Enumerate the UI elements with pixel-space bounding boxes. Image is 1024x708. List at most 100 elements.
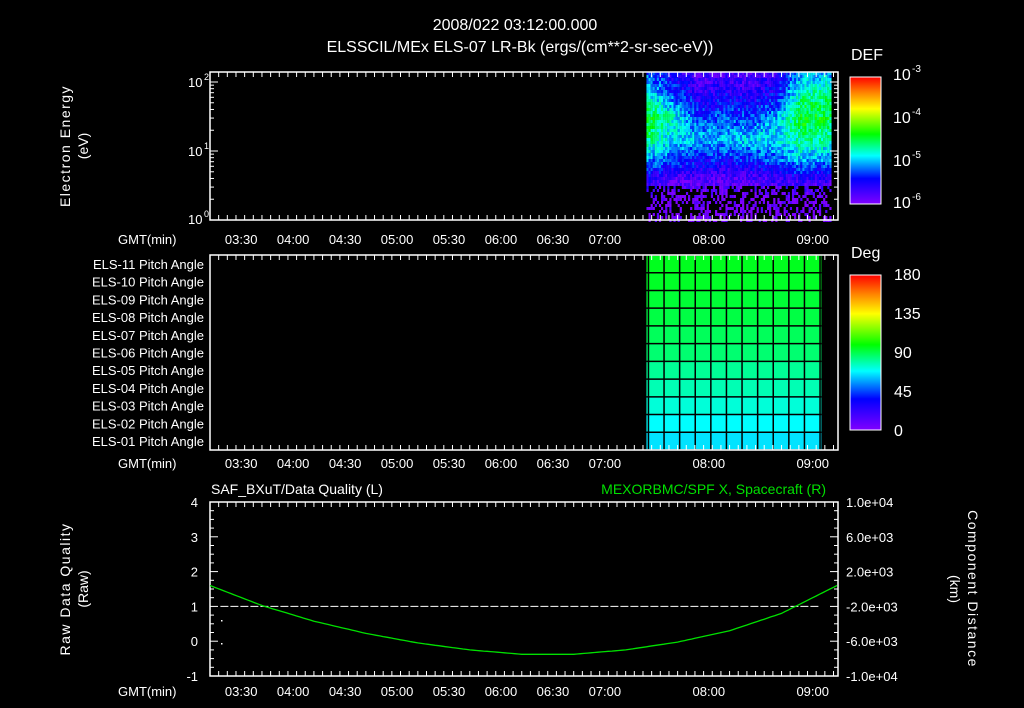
spectrogram-cell bbox=[789, 135, 793, 138]
spectrogram-cell bbox=[796, 183, 799, 186]
spectrogram-cell bbox=[696, 174, 699, 177]
spectrogram-cell bbox=[656, 171, 660, 174]
spectrogram-cell bbox=[744, 195, 747, 198]
spectrogram-cell bbox=[785, 183, 788, 186]
spectrogram-cell bbox=[673, 192, 676, 195]
spectrogram-cell bbox=[758, 168, 761, 171]
spectrogram-cell bbox=[704, 180, 707, 183]
spectrogram-cell bbox=[679, 168, 682, 171]
spectrogram-cell bbox=[652, 87, 655, 90]
spectrogram-cell bbox=[766, 87, 770, 90]
spectrogram-cell bbox=[821, 117, 824, 120]
spectrogram-cell bbox=[727, 90, 730, 93]
spectrogram-cell bbox=[823, 90, 826, 93]
spectrogram-cell bbox=[769, 78, 772, 81]
spectrogram-cell bbox=[812, 75, 815, 78]
spectrogram-cell bbox=[706, 147, 709, 150]
spectrogram-cell bbox=[660, 216, 664, 219]
spectrogram-cell bbox=[733, 132, 736, 135]
spectrogram-cell bbox=[652, 177, 655, 180]
spectrogram-cell bbox=[710, 135, 714, 138]
spectrogram-cell bbox=[752, 162, 755, 165]
spectrogram-cell bbox=[775, 162, 778, 165]
spectrogram-cell bbox=[658, 177, 662, 180]
energy-tick-1e0: 10 0 bbox=[188, 209, 209, 227]
spectrogram-cell bbox=[758, 129, 761, 132]
spectrogram-cell bbox=[814, 168, 817, 171]
spectrogram-cell bbox=[821, 174, 824, 177]
spectrogram-cell bbox=[702, 177, 705, 180]
spectrogram-cell bbox=[818, 159, 822, 162]
spectrogram-cell bbox=[829, 174, 832, 177]
spectrogram-cell bbox=[652, 120, 655, 123]
spectrogram-cell bbox=[706, 204, 709, 207]
spectrogram-cell bbox=[681, 129, 684, 132]
spectrogram-cell bbox=[789, 84, 793, 87]
spectrogram-cell bbox=[823, 126, 826, 129]
spectrogram-cell bbox=[779, 93, 782, 96]
spectrogram-cell bbox=[789, 111, 793, 114]
spectrogram-cell bbox=[773, 183, 776, 186]
spectrogram-cell bbox=[794, 105, 797, 108]
spectrogram-cell bbox=[692, 156, 695, 159]
spectrogram-cell bbox=[723, 159, 726, 162]
spectrogram-cell bbox=[646, 153, 649, 156]
spectrogram-cell bbox=[679, 165, 682, 168]
spectrogram-cell bbox=[821, 153, 824, 156]
spectrogram-cell bbox=[677, 144, 680, 147]
spectrogram-cell bbox=[688, 93, 691, 96]
spectrogram-cell bbox=[787, 168, 790, 171]
spectrogram-cell bbox=[688, 132, 691, 135]
spectrogram-cell bbox=[760, 210, 763, 213]
spectrogram-cell bbox=[758, 90, 761, 93]
spectrogram-cell bbox=[650, 90, 653, 93]
spectrogram-cell bbox=[758, 99, 761, 102]
spectrogram-cell bbox=[665, 132, 668, 135]
spectrogram-cell bbox=[806, 105, 809, 108]
spectrogram-cell bbox=[669, 135, 672, 138]
time-tick-label: 03:30 bbox=[225, 456, 258, 471]
spectrogram-cell bbox=[794, 102, 797, 105]
spectrogram-cell bbox=[729, 165, 732, 168]
spectrogram-cell bbox=[706, 114, 709, 117]
spectrogram-cell bbox=[708, 99, 711, 102]
spectrogram-cell bbox=[800, 87, 803, 90]
spectrogram-cell bbox=[656, 213, 660, 216]
spectrogram-cell bbox=[829, 189, 832, 192]
spectrogram-cell bbox=[731, 183, 734, 186]
spectrogram-cell bbox=[802, 105, 805, 108]
spectrogram-cell bbox=[677, 168, 680, 171]
spectrogram-cell bbox=[791, 195, 795, 198]
spectrogram-cell bbox=[825, 171, 828, 174]
spectrogram-cell bbox=[771, 123, 774, 126]
spectrogram-cell bbox=[814, 84, 817, 87]
spectrogram-cell bbox=[798, 129, 801, 132]
spectrogram-cell bbox=[671, 105, 674, 108]
spectrogram-cell bbox=[681, 87, 684, 90]
spectrogram-cell bbox=[683, 99, 687, 102]
spectrogram-cell bbox=[808, 135, 811, 138]
spectrogram-cell bbox=[804, 174, 807, 177]
spectrogram-cell bbox=[685, 105, 689, 108]
spectrogram-cell bbox=[818, 87, 822, 90]
spectrogram-cell bbox=[827, 96, 830, 99]
spectrogram-cell bbox=[758, 117, 761, 120]
spectrogram-cell bbox=[775, 186, 778, 189]
spectrogram-cell bbox=[798, 183, 801, 186]
spectrogram-cell bbox=[650, 141, 653, 144]
spectrogram-cell bbox=[715, 138, 718, 141]
spectrogram-cell bbox=[800, 78, 803, 81]
spectrogram-cell bbox=[694, 138, 697, 141]
spectrogram-cell bbox=[796, 165, 799, 168]
spectrogram-cell bbox=[665, 96, 668, 99]
time-tick-label: 05:00 bbox=[381, 232, 414, 247]
spectrogram-cell bbox=[729, 81, 732, 84]
spectrogram-cell bbox=[681, 114, 684, 117]
spectrogram-cell bbox=[654, 111, 657, 114]
spectrogram-cell bbox=[762, 132, 766, 135]
spectrogram-cell bbox=[704, 75, 707, 78]
spectrogram-cell bbox=[783, 123, 786, 126]
spectrogram-cell bbox=[688, 180, 691, 183]
spectrogram-cell bbox=[654, 84, 657, 87]
distance-tick-label: 6.0e+03 bbox=[846, 530, 893, 545]
